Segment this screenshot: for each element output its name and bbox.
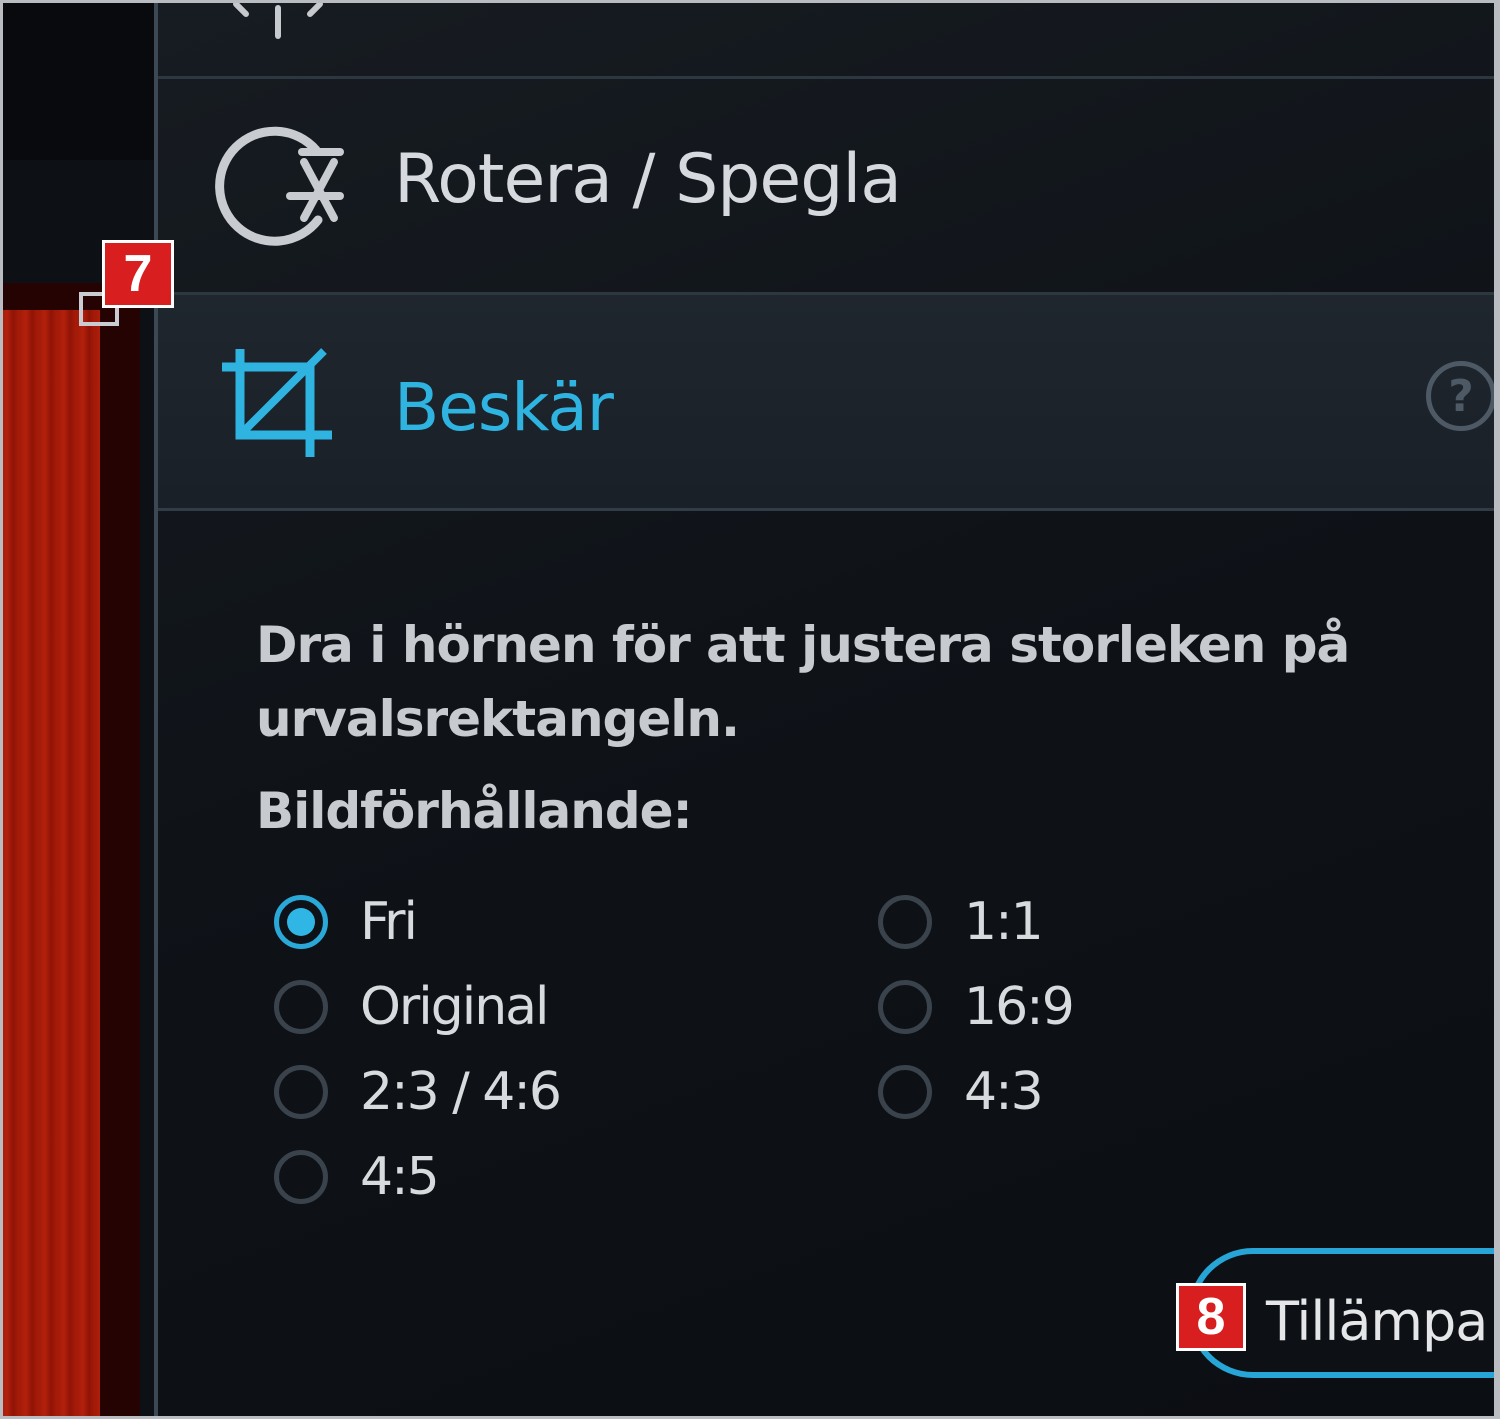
radio-icon[interactable] (878, 895, 932, 949)
radio-icon[interactable] (878, 1065, 932, 1119)
image-canvas (0, 0, 158, 1419)
crop-instructions: Dra i hörnen för att justera storleken p… (256, 616, 1350, 748)
aspect-option-2-3[interactable]: 2:3 / 4:6 (274, 1062, 562, 1122)
rotate-flip-icon (215, 126, 344, 246)
aspect-option-1-1[interactable]: 1:1 (878, 892, 1044, 952)
edit-panel: Rotera / Spegla Beskär ? Dra i hörnen fö… (158, 0, 1500, 1419)
radio-icon[interactable] (274, 1150, 328, 1204)
photo-preview (0, 310, 100, 1419)
help-icon[interactable]: ? (1426, 361, 1496, 431)
aspect-option-label: Fri (360, 892, 418, 952)
tool-row-rotate-flip[interactable]: Rotera / Spegla (158, 80, 1494, 292)
aspect-option-label: 4:5 (360, 1147, 440, 1207)
aspect-option-label: Original (360, 977, 549, 1037)
aspect-option-label: 16:9 (964, 977, 1075, 1037)
aspect-option-label: 2:3 / 4:6 (360, 1062, 562, 1122)
aspect-option-original[interactable]: Original (274, 977, 549, 1037)
aspect-ratio-title: Bildförhållande: (256, 782, 693, 840)
canvas-background (0, 0, 155, 160)
radio-selected-icon[interactable] (274, 895, 328, 949)
radio-icon[interactable] (878, 980, 932, 1034)
step-badge-7: 7 (102, 240, 174, 308)
aspect-option-16-9[interactable]: 16:9 (878, 977, 1075, 1037)
crop-icon (222, 348, 332, 457)
brightness-icon (233, 1, 323, 39)
rotate-flip-label: Rotera / Spegla (394, 140, 902, 219)
row-separator (158, 76, 1494, 79)
row-separator (158, 508, 1494, 511)
aspect-option-fri[interactable]: Fri (274, 892, 418, 952)
tool-row-crop[interactable]: Beskär ? (158, 295, 1496, 508)
radio-icon[interactable] (274, 1065, 328, 1119)
aspect-option-label: 4:3 (964, 1062, 1044, 1122)
crop-label: Beskär (394, 369, 614, 446)
apply-button-label[interactable]: Tillämpa (1266, 1290, 1488, 1353)
tool-row-adjust[interactable] (158, 0, 1494, 78)
radio-icon[interactable] (274, 980, 328, 1034)
aspect-option-4-5[interactable]: 4:5 (274, 1147, 440, 1207)
aspect-option-label: 1:1 (964, 892, 1044, 952)
aspect-option-4-3[interactable]: 4:3 (878, 1062, 1044, 1122)
step-badge-8: 8 (1176, 1283, 1246, 1351)
